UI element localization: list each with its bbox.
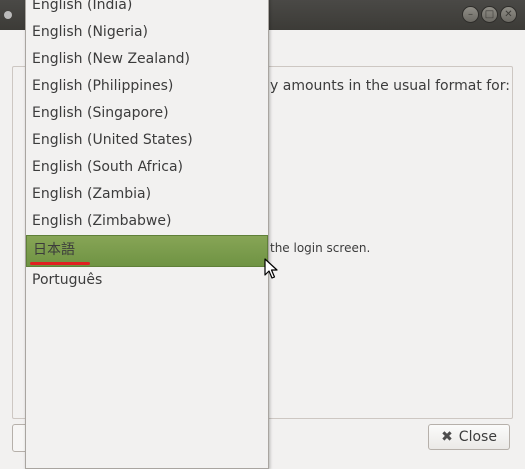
list-item[interactable]: English (Philippines) <box>26 73 268 100</box>
maximize-button[interactable]: □ <box>482 7 497 22</box>
list-item-label: English (Zambia) <box>32 186 152 202</box>
list-item-label: English (Singapore) <box>32 105 169 121</box>
list-item[interactable]: English (New Zealand) <box>26 46 268 73</box>
window-close-button[interactable]: ✕ <box>501 7 516 22</box>
list-item[interactable]: English (United States) <box>26 127 268 154</box>
list-item-label: English (United States) <box>32 132 193 148</box>
format-description: y amounts in the usual format for: <box>270 78 510 94</box>
list-item-label: English (South Africa) <box>32 159 183 175</box>
list-item-selected[interactable]: 日本語 <box>26 235 268 267</box>
close-button[interactable]: ✖ Close <box>428 424 510 450</box>
list-item-label: English (Philippines) <box>32 78 174 94</box>
list-item[interactable]: English (Nigeria) <box>26 19 268 46</box>
login-screen-note: the login screen. <box>270 241 371 255</box>
minimize-button[interactable]: – <box>463 7 478 22</box>
close-icon: ✖ <box>441 429 453 445</box>
list-item-label: English (Zimbabwe) <box>32 213 172 229</box>
list-item[interactable]: English (Zimbabwe) <box>26 208 268 235</box>
list-item-label: Português <box>32 272 103 288</box>
list-item-label: English (New Zealand) <box>32 51 190 67</box>
close-button-label: Close <box>458 429 497 445</box>
list-item-label: English (Nigeria) <box>32 24 149 40</box>
app-icon <box>4 11 12 19</box>
language-dropdown-list[interactable]: English (India) English (Nigeria) Englis… <box>25 0 269 469</box>
list-item-label: English (India) <box>32 0 133 13</box>
window-controls: – □ ✕ <box>463 7 516 22</box>
list-item[interactable]: English (South Africa) <box>26 154 268 181</box>
list-item[interactable]: English (India) <box>26 0 268 19</box>
mouse-pointer-icon <box>264 258 278 279</box>
list-item[interactable]: English (Singapore) <box>26 100 268 127</box>
spellcheck-underline <box>30 262 90 265</box>
list-item[interactable]: English (Zambia) <box>26 181 268 208</box>
list-item[interactable]: Português <box>26 267 268 294</box>
list-item-label: 日本語 <box>33 242 75 258</box>
